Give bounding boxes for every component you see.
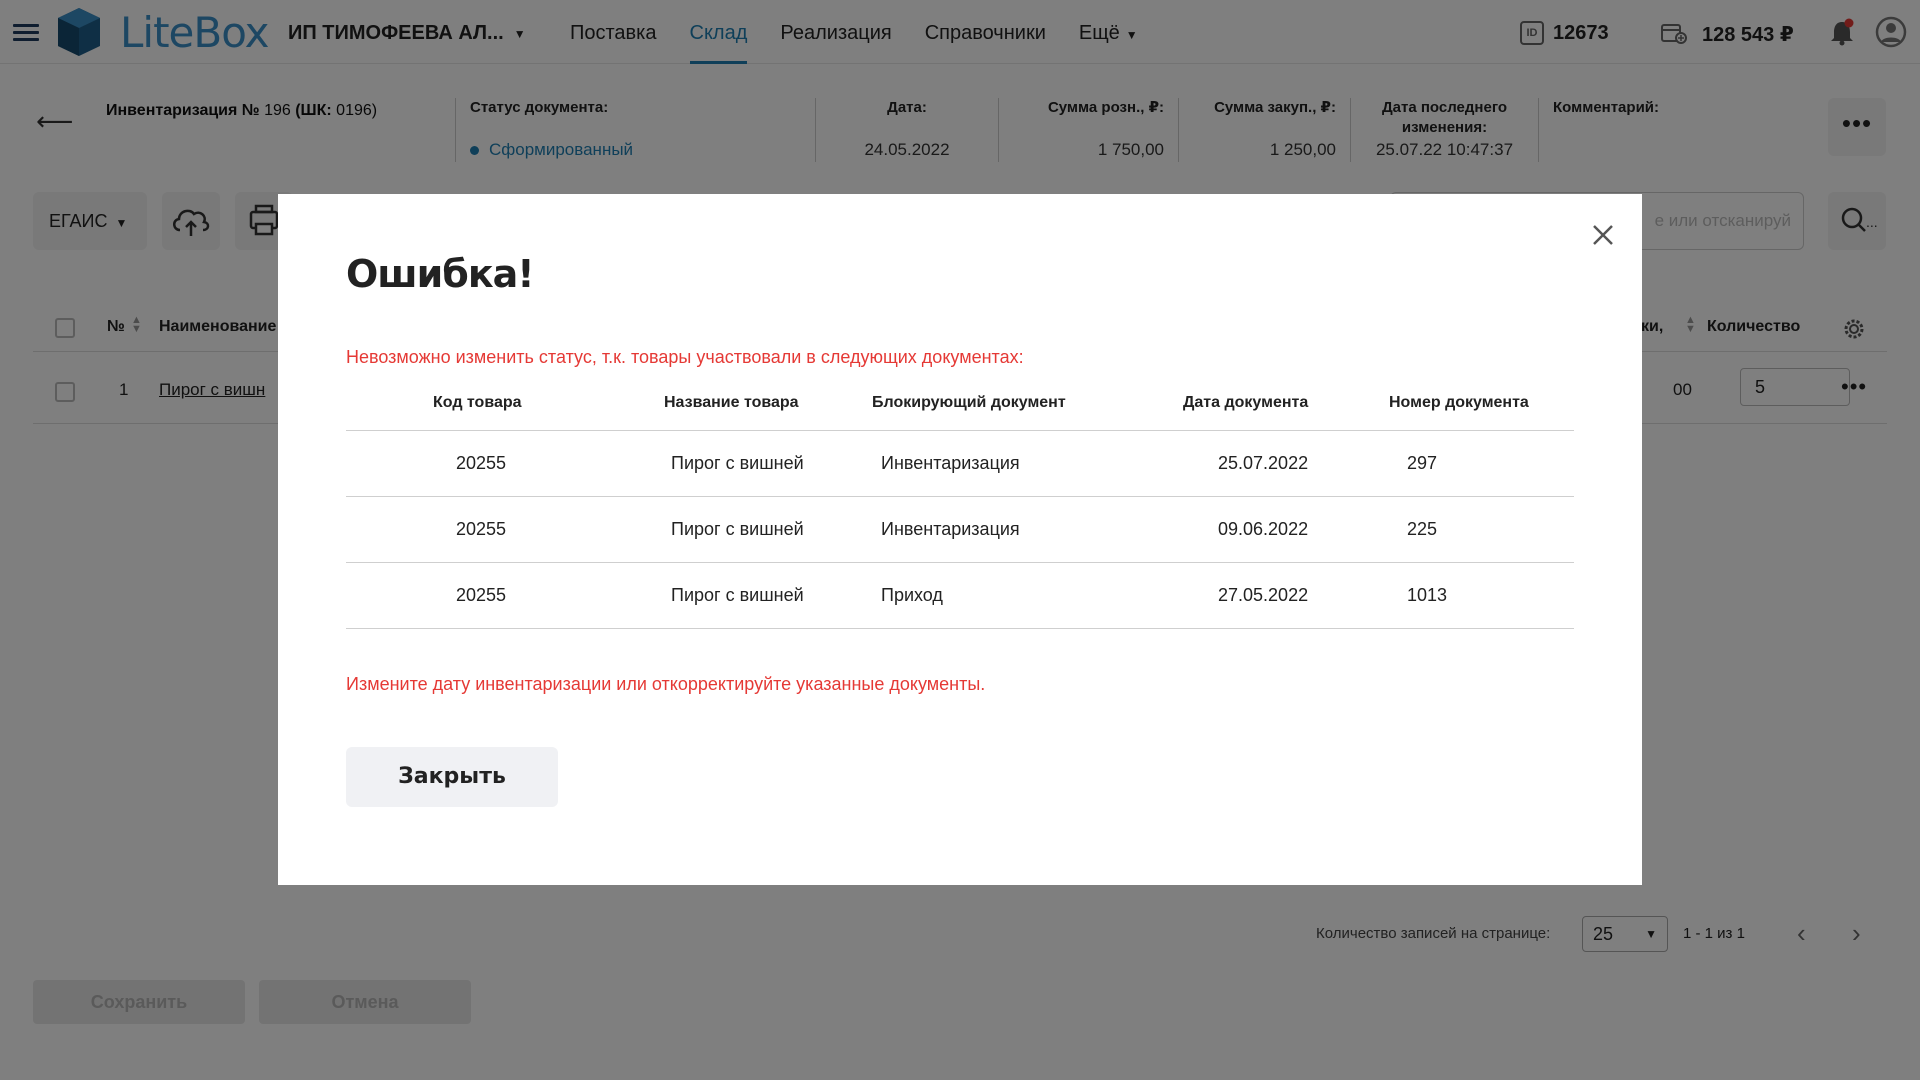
header-product-code: Код товара bbox=[433, 394, 522, 411]
error-message-bottom: Измените дату инвентаризации или откорре… bbox=[346, 674, 986, 694]
cell-product-code: 20255 bbox=[456, 585, 507, 605]
table-row: 20255 Пирог с вишней Инвентаризация 09.0… bbox=[346, 497, 1574, 563]
cell-document-number: 225 bbox=[1407, 519, 1438, 539]
cell-product-name: Пирог с вишней bbox=[671, 453, 804, 473]
cell-product-name: Пирог с вишней bbox=[671, 519, 804, 539]
header-blocking-document: Блокирующий документ bbox=[872, 394, 1066, 411]
blocking-table-header: Код товара Название товара Блокирующий д… bbox=[346, 388, 1574, 431]
cell-blocking-document: Инвентаризация bbox=[881, 453, 1020, 473]
close-icon[interactable] bbox=[1588, 220, 1618, 250]
cell-document-number: 1013 bbox=[1407, 585, 1448, 605]
error-message-top: Невозможно изменить статус, т.к. товары … bbox=[346, 347, 1024, 367]
close-button[interactable]: Закрыть bbox=[346, 747, 558, 807]
blocking-documents-table: Код товара Название товара Блокирующий д… bbox=[346, 388, 1574, 629]
cell-document-number: 297 bbox=[1407, 453, 1438, 473]
cell-product-code: 20255 bbox=[456, 519, 507, 539]
header-document-date: Дата документа bbox=[1183, 394, 1309, 411]
cell-blocking-document: Инвентаризация bbox=[881, 519, 1020, 539]
header-document-number: Номер документа bbox=[1389, 394, 1529, 411]
cell-product-code: 20255 bbox=[456, 453, 507, 473]
header-product-name: Название товара bbox=[664, 394, 799, 411]
table-row: 20255 Пирог с вишней Приход 27.05.2022 1… bbox=[346, 563, 1574, 629]
modal-title: Ошибка! bbox=[346, 252, 535, 296]
cell-document-date: 09.06.2022 bbox=[1218, 519, 1309, 539]
error-modal: Ошибка! Невозможно изменить статус, т.к.… bbox=[278, 194, 1642, 885]
cell-product-name: Пирог с вишней bbox=[671, 585, 804, 605]
cell-document-date: 25.07.2022 bbox=[1218, 453, 1309, 473]
cell-blocking-document: Приход bbox=[881, 585, 943, 605]
cell-document-date: 27.05.2022 bbox=[1218, 585, 1309, 605]
table-row: 20255 Пирог с вишней Инвентаризация 25.0… bbox=[346, 431, 1574, 497]
